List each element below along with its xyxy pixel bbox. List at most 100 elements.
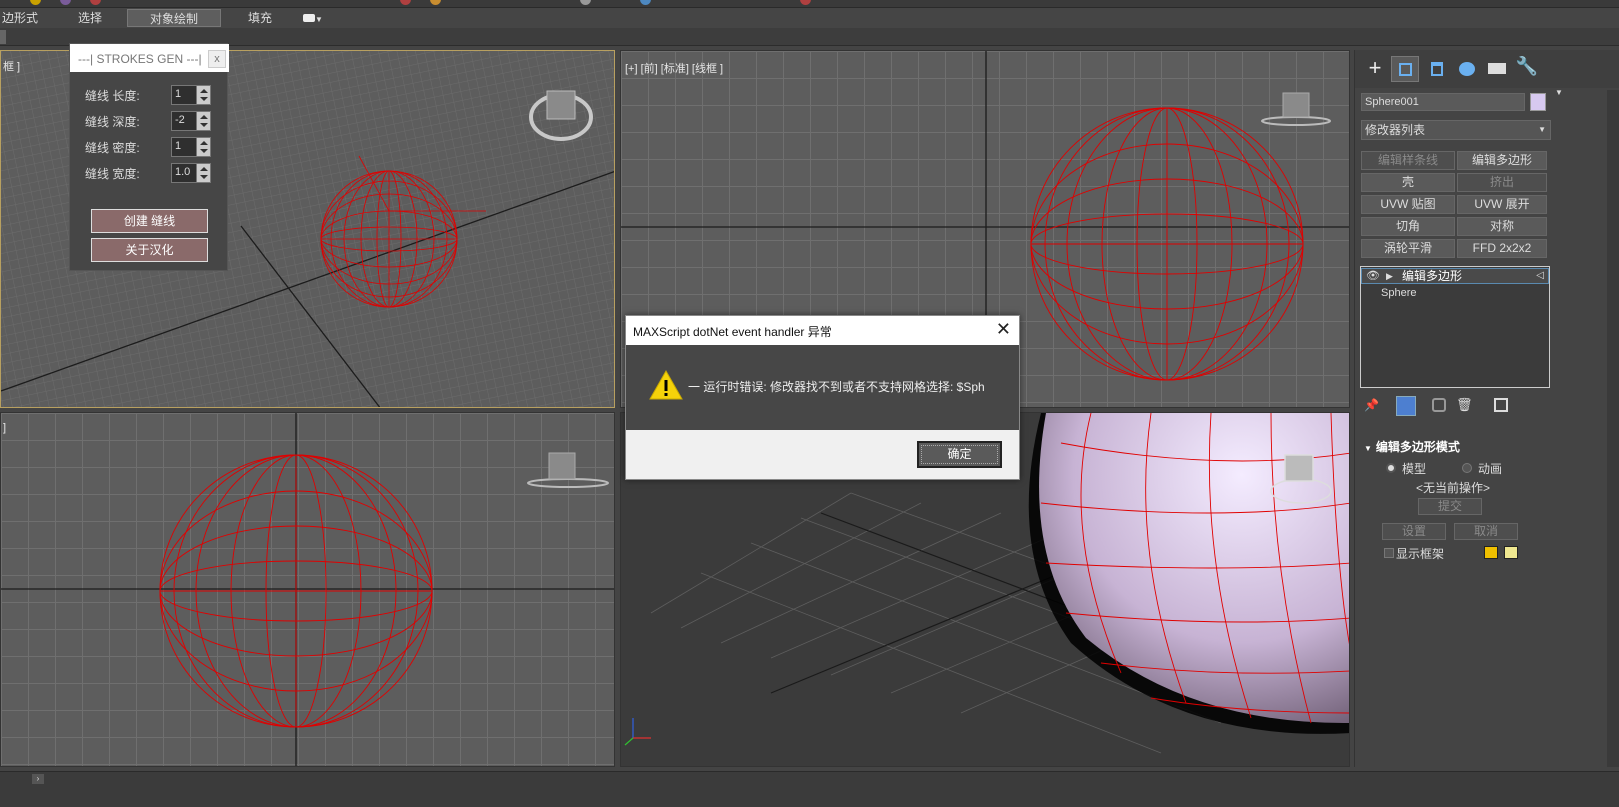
modifier-button[interactable]: 对称 xyxy=(1457,217,1547,236)
modifier-button[interactable]: 编辑样条线 xyxy=(1361,151,1455,170)
tool-icon[interactable] xyxy=(60,0,71,5)
warning-icon xyxy=(649,369,683,400)
delete-icon[interactable]: 🗑 xyxy=(1456,397,1473,413)
modifier-list-dropdown[interactable]: 修改器列表 ▼ xyxy=(1361,120,1551,140)
spinner-arrows-icon[interactable] xyxy=(196,138,210,156)
length-spinner[interactable]: 1 xyxy=(171,85,211,105)
tool-icon[interactable] xyxy=(580,0,591,5)
commit-button[interactable]: 提交 xyxy=(1418,498,1482,515)
length-label: 缝线 长度: xyxy=(85,89,140,103)
tab-polygon[interactable]: 边形式 xyxy=(0,9,40,27)
dialog-message: 一 运行时错误: 修改器找不到或者不支持网格选择: $Sph xyxy=(688,380,985,394)
depth-value: -2 xyxy=(175,114,185,126)
eye-icon[interactable]: 👁 xyxy=(1366,269,1380,282)
modifier-button[interactable]: 涡轮平滑 xyxy=(1361,239,1455,258)
panel-scroll-icon[interactable]: ▼ xyxy=(1555,88,1563,97)
viewport-label[interactable]: 框 ] xyxy=(3,58,20,74)
ok-button[interactable]: 确定 xyxy=(917,441,1002,468)
stack-item-label: 编辑多边形 xyxy=(1402,269,1463,283)
modifier-button[interactable]: FFD 2x2x2 xyxy=(1457,239,1547,258)
selected-cage-color-swatch[interactable] xyxy=(1504,546,1518,559)
tool-icon[interactable] xyxy=(30,0,41,5)
panel-handle[interactable] xyxy=(0,30,6,44)
modifier-list-label: 修改器列表 xyxy=(1365,123,1426,137)
configure-icon[interactable] xyxy=(1494,398,1508,412)
panel-close-button[interactable]: x xyxy=(208,50,226,68)
command-panel-scrollbar[interactable] xyxy=(1607,90,1619,767)
length-value: 1 xyxy=(175,88,182,100)
width-label: 缝线 宽度: xyxy=(85,167,140,181)
make-unique-icon[interactable] xyxy=(1432,398,1446,412)
create-tab-icon[interactable]: + xyxy=(1361,56,1389,82)
command-panel: + 🔧 ▼ Sphere001 修改器列表 ▼ 编辑样条线 编辑多边形 壳 挤出 … xyxy=(1354,50,1619,767)
spinner-arrows-icon[interactable] xyxy=(196,164,210,182)
tab-select[interactable]: 选择 xyxy=(60,9,120,27)
stack-toolbar: 📌 🗑 xyxy=(1360,396,1550,418)
show-cage-checkbox[interactable] xyxy=(1384,548,1394,558)
error-dialog: MAXScript dotNet event handler 异常 ✕ 一 运行… xyxy=(625,315,1020,480)
depth-spinner[interactable]: -2 xyxy=(171,111,211,131)
viewport-label[interactable]: [+] [前] [标准] [线框 ] xyxy=(625,60,723,76)
top-toolbar xyxy=(0,0,1619,8)
viewcube-icon xyxy=(527,452,609,488)
strokes-gen-panel: ---| STROKES GEN ---| x 缝线 长度: 1 缝线 深度: … xyxy=(69,43,229,271)
rollout-title: 编辑多边形模式 xyxy=(1375,440,1460,454)
about-button[interactable]: 关于汉化 xyxy=(91,238,208,262)
close-icon[interactable]: ✕ xyxy=(996,319,1011,340)
tool-icon[interactable] xyxy=(430,0,441,5)
tool-icon[interactable] xyxy=(90,0,101,5)
show-end-result-icon[interactable] xyxy=(1396,396,1416,416)
create-strokes-button[interactable]: 创建 缝线 xyxy=(91,209,208,233)
display-tab-icon[interactable] xyxy=(1483,56,1511,82)
motion-tab-icon[interactable] xyxy=(1453,56,1481,82)
ribbon-menu-icon[interactable]: ▼ xyxy=(300,9,326,27)
density-spinner[interactable]: 1 xyxy=(171,137,211,157)
collapse-icon: ▼ xyxy=(1364,444,1372,453)
axis-gizmo-icon xyxy=(624,718,651,746)
modifier-button[interactable]: UVW 展开 xyxy=(1457,195,1547,214)
modifier-button[interactable]: 编辑多边形 xyxy=(1457,151,1547,170)
cage-color-swatch[interactable] xyxy=(1484,546,1498,559)
modifier-button[interactable]: 切角 xyxy=(1361,217,1455,236)
radio-model[interactable] xyxy=(1386,463,1396,473)
object-name-field[interactable]: Sphere001 xyxy=(1361,93,1525,111)
dialog-titlebar[interactable]: MAXScript dotNet event handler 异常 ✕ xyxy=(626,316,1019,345)
modify-tab-icon[interactable] xyxy=(1391,56,1419,82)
tool-icon[interactable] xyxy=(640,0,651,5)
pin-stack-icon[interactable]: 📌 xyxy=(1364,398,1379,412)
modifier-button[interactable]: UVW 贴图 xyxy=(1361,195,1455,214)
tab-object-paint[interactable]: 对象绘制 xyxy=(127,9,221,27)
triangle-icon: ◁ xyxy=(1536,270,1544,281)
tool-icon[interactable] xyxy=(800,0,811,5)
tool-icon[interactable] xyxy=(400,0,411,5)
tab-fill[interactable]: 填充 xyxy=(235,9,285,27)
cancel-button[interactable]: 取消 xyxy=(1454,523,1518,540)
object-color-swatch[interactable] xyxy=(1530,93,1546,111)
viewport-bottom-left[interactable]: ] xyxy=(0,412,615,767)
edit-poly-mode-rollout: ▼ 编辑多边形模式 模型 动画 <无当前操作> 提交 设置 取消 显示框架 xyxy=(1360,438,1550,568)
panel-titlebar[interactable]: ---| STROKES GEN ---| x xyxy=(70,44,229,72)
spinner-arrows-icon[interactable] xyxy=(196,86,210,104)
radio-animate[interactable] xyxy=(1462,463,1472,473)
panel-title: ---| STROKES GEN ---| xyxy=(78,52,202,66)
radio-animate-label: 动画 xyxy=(1478,462,1503,476)
show-cage-label: 显示框架 xyxy=(1396,547,1445,561)
stack-item-sphere[interactable]: Sphere xyxy=(1381,287,1416,299)
utilities-tab-icon[interactable]: 🔧 xyxy=(1513,56,1541,82)
settings-button[interactable]: 设置 xyxy=(1382,523,1446,540)
dialog-title: MAXScript dotNet event handler 异常 xyxy=(633,325,832,339)
modifier-button[interactable]: 壳 xyxy=(1361,173,1455,192)
modifier-button[interactable]: 挤出 xyxy=(1457,173,1547,192)
viewport-label[interactable]: ] xyxy=(3,422,6,434)
width-spinner[interactable]: 1.0 xyxy=(171,163,211,183)
stack-item-edit-poly[interactable]: 👁 ▶ 编辑多边形 ◁ xyxy=(1361,268,1549,284)
hierarchy-tab-icon[interactable] xyxy=(1423,56,1451,82)
expand-icon[interactable]: ▶ xyxy=(1386,269,1393,283)
spinner-arrows-icon[interactable] xyxy=(196,112,210,130)
density-label: 缝线 密度: xyxy=(85,141,140,155)
current-operation-text: <无当前操作> xyxy=(1416,481,1491,495)
rollout-header[interactable]: ▼ 编辑多边形模式 xyxy=(1360,438,1550,456)
density-value: 1 xyxy=(175,140,182,152)
expand-arrow-icon[interactable]: › xyxy=(32,774,44,784)
modifier-stack: 👁 ▶ 编辑多边形 ◁ Sphere xyxy=(1360,266,1550,388)
